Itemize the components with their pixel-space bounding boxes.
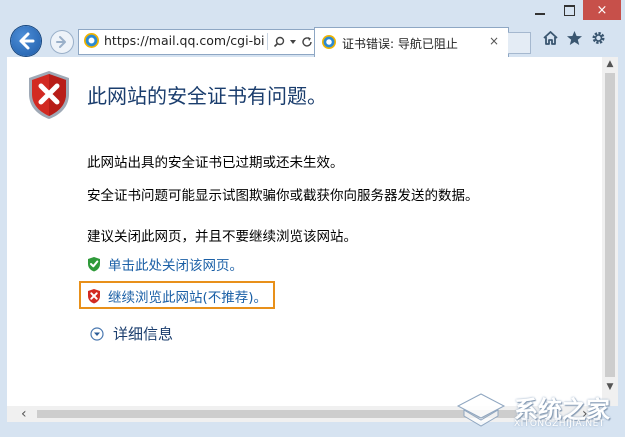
forward-button[interactable] bbox=[50, 30, 74, 54]
close-page-link[interactable]: 单击此处关闭该网页。 bbox=[108, 254, 243, 274]
watermark: 系统之家 XITONGZHIJIA.NET bbox=[450, 388, 622, 432]
star-icon[interactable] bbox=[566, 30, 583, 46]
more-information-label[interactable]: 详细信息 bbox=[113, 323, 173, 344]
close-window-button[interactable]: × bbox=[583, 0, 621, 20]
continue-to-website-link[interactable]: 继续浏览此网站(不推荐)。 bbox=[108, 286, 267, 306]
dropdown-icon[interactable] bbox=[289, 38, 297, 46]
home-icon[interactable] bbox=[542, 30, 559, 46]
close-page-link-row[interactable]: 单击此处关闭该网页。 bbox=[87, 254, 243, 274]
maximize-button[interactable] bbox=[555, 0, 583, 20]
forward-arrow-icon bbox=[56, 36, 66, 48]
chevron-down-circle-icon bbox=[90, 326, 104, 341]
expired-certificate-text: 此网站出具的安全证书已过期或还未生效。 bbox=[87, 155, 344, 171]
new-tab-button[interactable] bbox=[508, 32, 531, 54]
vertical-scroll-thumb[interactable] bbox=[605, 73, 615, 377]
browser-window: × https://mail.qq.com/cgi-bi 证书错误: 导航已阻止… bbox=[0, 0, 625, 437]
gear-icon[interactable] bbox=[590, 30, 607, 46]
recommendation-text: 建议关闭此网页，并且不要继续浏览该网站。 bbox=[87, 229, 357, 245]
more-information-toggle[interactable]: 详细信息 bbox=[90, 323, 173, 344]
refresh-icon[interactable] bbox=[301, 36, 313, 48]
tab-favicon-icon bbox=[322, 35, 336, 49]
red-shield-x-small-icon bbox=[88, 289, 100, 304]
tab-certificate-error[interactable]: 证书错误: 导航已阻止 × bbox=[314, 27, 509, 57]
back-arrow-icon bbox=[19, 32, 35, 50]
navigation-bar: https://mail.qq.com/cgi-bi 证书错误: 导航已阻止 × bbox=[0, 25, 625, 57]
continue-link-row[interactable]: 继续浏览此网站(不推荐)。 bbox=[87, 286, 267, 306]
address-actions bbox=[271, 33, 315, 51]
minimize-button[interactable] bbox=[525, 0, 555, 20]
minimize-icon bbox=[535, 13, 545, 15]
maximize-icon bbox=[563, 4, 575, 16]
page-content: 此网站的安全证书有问题。 此网站出具的安全证书已过期或还未生效。 安全证书问题可… bbox=[7, 57, 602, 406]
tab-close-icon[interactable]: × bbox=[489, 34, 499, 48]
address-divider bbox=[267, 33, 268, 50]
watermark-logo-icon bbox=[456, 393, 506, 427]
close-icon: × bbox=[596, 2, 608, 18]
scroll-left-arrow-icon[interactable]: ‹ bbox=[21, 406, 33, 422]
tab-title: 证书错误: 导航已阻止 bbox=[342, 37, 458, 51]
site-favicon-icon bbox=[84, 33, 99, 48]
url-text[interactable]: https://mail.qq.com/cgi-bi bbox=[104, 33, 265, 48]
green-shield-check-icon bbox=[88, 257, 100, 272]
horizontal-scroll-thumb[interactable] bbox=[37, 410, 517, 418]
red-shield-x-icon bbox=[29, 71, 69, 119]
scroll-up-arrow-icon[interactable]: ▲ bbox=[602, 59, 618, 73]
address-bar[interactable]: https://mail.qq.com/cgi-bi bbox=[78, 29, 316, 55]
search-icon[interactable] bbox=[273, 36, 285, 48]
back-button[interactable] bbox=[11, 26, 41, 56]
page-title: 此网站的安全证书有问题。 bbox=[87, 84, 327, 108]
security-warning-text: 安全证书问题可能显示试图欺骗你或截获你向服务器发送的数据。 bbox=[87, 188, 479, 204]
vertical-scrollbar[interactable]: ▲ ▼ bbox=[602, 57, 618, 406]
watermark-subtext: XITONGZHIJIA.NET bbox=[514, 419, 605, 429]
title-bar: × bbox=[0, 0, 625, 26]
